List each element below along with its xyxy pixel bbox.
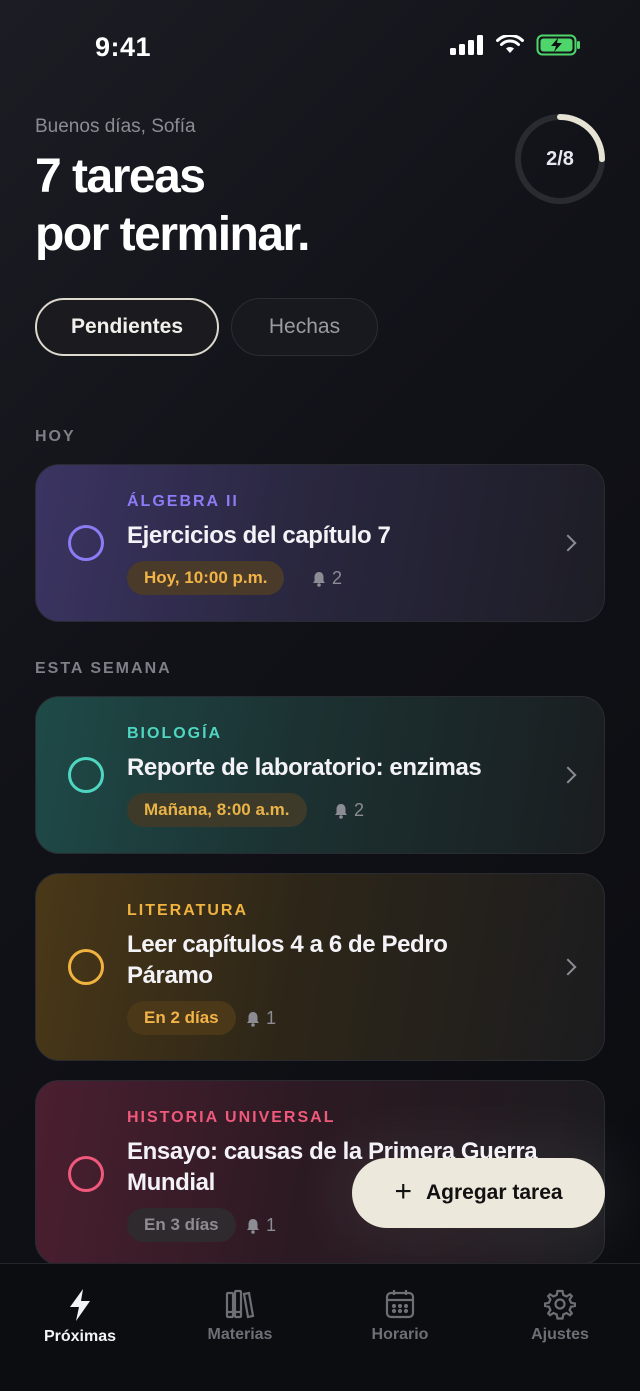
tab-ajustes[interactable]: Ajustes: [480, 1288, 640, 1344]
task-title-line-1: Ejercicios del capítulo 7: [127, 522, 391, 549]
tab-proximas[interactable]: Próximas: [0, 1288, 160, 1346]
task-card[interactable]: BIOLOGÍA Reporte de laboratorio: enzimas…: [35, 696, 605, 854]
reminders-count: 2: [334, 800, 364, 821]
task-checkbox[interactable]: [68, 757, 104, 793]
books-icon: [225, 1289, 255, 1319]
tab-materias[interactable]: Materias: [160, 1288, 320, 1344]
chevron-right-icon: [559, 766, 577, 784]
task-card[interactable]: LITERATURA Leer capítulos 4 a 6 de Pedro…: [35, 873, 605, 1061]
bell-icon: [313, 571, 325, 587]
calendar-icon: [385, 1290, 415, 1319]
tab-label: Horario: [371, 1326, 429, 1343]
task-checkbox[interactable]: [68, 949, 104, 985]
section-label-today: HOY: [35, 428, 76, 445]
wifi-icon: [496, 35, 524, 53]
bolt-icon: [70, 1289, 90, 1321]
reminders-count: 2: [312, 568, 342, 589]
tab-bar: Próximas Materias Horario Ajustes: [0, 1263, 640, 1391]
reminders-value: 2: [332, 568, 343, 588]
tab-label: Materias: [207, 1326, 273, 1343]
headline-line-1: 7 tareas: [35, 150, 206, 203]
task-subject: HISTORIA UNIVERSAL: [127, 1109, 336, 1126]
due-chip: En 3 días: [127, 1208, 236, 1242]
gear-icon: [544, 1289, 576, 1320]
reminders-count: 1: [246, 1008, 276, 1029]
task-checkbox[interactable]: [68, 1156, 104, 1192]
signal-icon: [450, 35, 483, 55]
add-task-label: Agregar tarea: [425, 1181, 563, 1204]
due-chip: Mañana, 8:00 a.m.: [127, 793, 307, 827]
progress-label: 2/8: [546, 147, 574, 170]
filter-done-tab[interactable]: Hechas: [231, 298, 378, 356]
tab-label: Próximas: [43, 1328, 117, 1345]
due-chip: En 2 días: [127, 1001, 236, 1035]
task-title: Ejercicios del capítulo 7: [127, 520, 547, 551]
task-subject: LITERATURA: [127, 902, 249, 919]
headline-line-2: por terminar.: [35, 208, 310, 261]
bell-icon: [247, 1011, 259, 1027]
reminders-value: 1: [266, 1215, 277, 1235]
task-checkbox[interactable]: [68, 525, 104, 561]
plus-icon: +: [394, 1174, 412, 1208]
task-title-line-1: Reporte de laboratorio: enzimas: [127, 754, 482, 781]
status-icons: [450, 34, 582, 56]
status-time: 9:41: [95, 32, 152, 62]
chevron-right-icon: [559, 534, 577, 552]
bell-icon: [247, 1218, 259, 1234]
reminders-count: 1: [246, 1215, 276, 1236]
task-subject: BIOLOGÍA: [127, 725, 223, 742]
tab-label: Ajustes: [531, 1326, 589, 1343]
task-subject: ÁLGEBRA II: [127, 493, 239, 510]
task-title-line-2: Páramo: [127, 962, 213, 989]
tab-horario[interactable]: Horario: [320, 1288, 480, 1344]
task-title: Leer capítulos 4 a 6 de Pedro Páramo: [127, 929, 547, 991]
greeting: Buenos días, Sofía: [35, 116, 196, 137]
task-card[interactable]: ÁLGEBRA II Ejercicios del capítulo 7 Hoy…: [35, 464, 605, 622]
task-title: Reporte de laboratorio: enzimas: [127, 752, 547, 783]
page-title: 7 tareas por terminar.: [35, 148, 475, 264]
section-label-week: ESTA SEMANA: [35, 660, 172, 677]
chevron-right-icon: [559, 958, 577, 976]
due-chip: Hoy, 10:00 p.m.: [127, 561, 285, 595]
status-bar: 9:41: [0, 0, 640, 92]
reminders-value: 2: [354, 800, 365, 820]
battery-charging-icon: [536, 34, 580, 56]
task-title-line-1: Leer capítulos 4 a 6 de Pedro: [127, 931, 448, 958]
add-task-button[interactable]: + Agregar tarea: [352, 1158, 605, 1228]
bell-icon: [335, 803, 347, 819]
reminders-value: 1: [266, 1008, 277, 1028]
filter-pending-tab[interactable]: Pendientes: [35, 298, 219, 356]
